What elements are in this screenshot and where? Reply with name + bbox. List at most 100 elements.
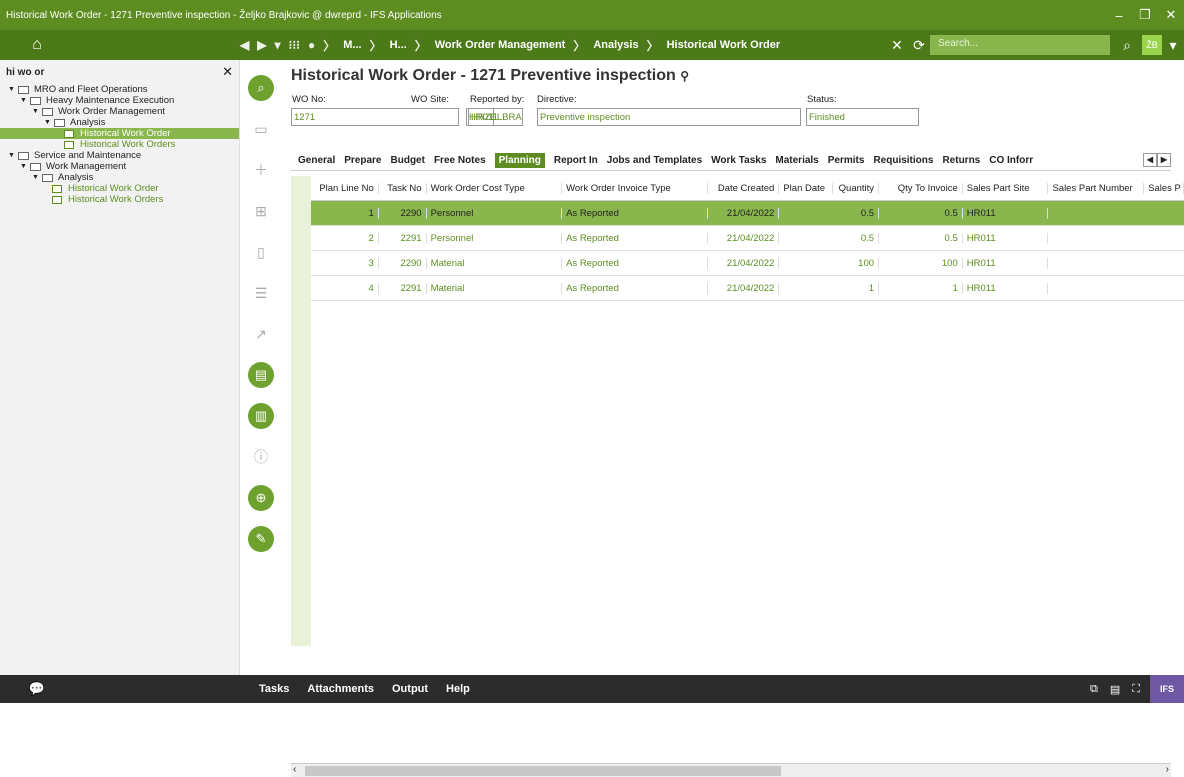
- tab-general[interactable]: General: [298, 155, 335, 166]
- duplicate-icon[interactable]: ⊞: [248, 198, 274, 224]
- table-cell[interactable]: Material: [427, 282, 563, 294]
- tab-report-in[interactable]: Report In: [554, 155, 598, 166]
- navigator-item[interactable]: ▼ Work Order Management: [0, 106, 239, 117]
- navigator-item[interactable]: ▼ Analysis: [0, 117, 239, 128]
- table-cell[interactable]: Personnel: [427, 232, 563, 244]
- column-header[interactable]: Work Order Invoice Type: [562, 182, 708, 194]
- tab-free-notes[interactable]: Free Notes: [434, 155, 486, 166]
- column-header[interactable]: Qty To Invoice: [879, 182, 963, 194]
- table-cell[interactable]: 3: [311, 257, 379, 269]
- tab-planning[interactable]: Planning: [494, 153, 545, 168]
- table-cell[interactable]: As Reported: [562, 207, 708, 219]
- tab-work-tasks[interactable]: Work Tasks: [711, 155, 766, 166]
- tab-prev-icon[interactable]: ◀: [1143, 153, 1157, 167]
- table-cell[interactable]: Material: [427, 257, 563, 269]
- table-cell[interactable]: 100: [879, 257, 963, 269]
- user-menu-icon[interactable]: ▾: [1162, 37, 1184, 54]
- apps-grid-icon[interactable]: ⁝⁝⁝: [289, 38, 300, 52]
- table-cell[interactable]: 1: [833, 282, 880, 294]
- minimize-icon[interactable]: –: [1106, 8, 1132, 23]
- navigator-item[interactable]: Historical Work Orders: [0, 139, 239, 150]
- search-input[interactable]: Search...: [930, 35, 1110, 55]
- table-cell[interactable]: As Reported: [562, 257, 708, 269]
- tasks-button[interactable]: Tasks: [259, 683, 289, 695]
- tab-prepare[interactable]: Prepare: [344, 155, 381, 166]
- column-header[interactable]: Plan Line No: [311, 182, 379, 194]
- expand-icon[interactable]: ▼: [32, 172, 42, 183]
- wo-no-field[interactable]: 1271: [291, 108, 459, 126]
- navigator-item[interactable]: Historical Work Order: [0, 128, 239, 139]
- horizontal-scrollbar[interactable]: ‹ ›: [291, 763, 1171, 777]
- navigator-search[interactable]: hi wo or ✕: [0, 60, 239, 84]
- table-cell[interactable]: 2: [311, 232, 379, 244]
- table-row[interactable]: ▸12290PersonnelAs Reported21/04/20220.50…: [291, 201, 1184, 226]
- status-field[interactable]: Finished: [806, 108, 919, 126]
- table-row[interactable]: 3 2290 Material As Reported 21/04/2022 100 100…: [291, 251, 1184, 276]
- dot-icon[interactable]: ●: [308, 38, 315, 52]
- column-header[interactable]: Date Created: [708, 182, 780, 194]
- expand-icon[interactable]: ▼: [20, 95, 30, 106]
- directive-field[interactable]: Preventive inspection: [537, 108, 801, 126]
- table-cell[interactable]: 0.5: [879, 232, 963, 244]
- navigator-item[interactable]: ▼ Heavy Maintenance Execution: [0, 95, 239, 106]
- dropdown-icon[interactable]: ▾: [274, 38, 280, 52]
- search-icon[interactable]: ⌕: [1116, 37, 1138, 54]
- tab-permits[interactable]: Permits: [828, 155, 865, 166]
- scroll-right-icon[interactable]: ›: [1166, 764, 1169, 775]
- help-button[interactable]: Help: [446, 683, 470, 695]
- table-cell[interactable]: 21/04/2022: [708, 257, 780, 269]
- pin-icon[interactable]: ⚲: [680, 69, 689, 83]
- table-row[interactable]: 4 2291 Material As Reported 21/04/2022 1 1 HR01…: [291, 276, 1184, 301]
- output-button[interactable]: Output: [392, 683, 428, 695]
- table-cell[interactable]: 2291: [379, 282, 427, 294]
- table-cell[interactable]: 2291: [379, 232, 427, 244]
- home-icon[interactable]: ⌂: [0, 36, 74, 54]
- form-icon[interactable]: ▭: [248, 116, 274, 142]
- attachments-button[interactable]: Attachments: [307, 683, 374, 695]
- close-search-icon[interactable]: ✕: [886, 37, 908, 54]
- table-cell[interactable]: 1: [879, 282, 963, 294]
- search-icon[interactable]: ⌕: [248, 75, 274, 101]
- list-icon[interactable]: ☰: [248, 280, 274, 306]
- table-cell[interactable]: HR011: [963, 232, 1049, 244]
- back-icon[interactable]: ◀: [240, 38, 249, 52]
- chat-icon[interactable]: 💬: [0, 681, 74, 697]
- close-window-icon[interactable]: ✕: [1158, 7, 1184, 23]
- add-item-icon[interactable]: ⊕: [248, 485, 274, 511]
- tab-jobs-and-templates[interactable]: Jobs and Templates: [607, 155, 702, 166]
- expand-icon[interactable]: ▼: [8, 84, 18, 95]
- table-cell[interactable]: 1: [311, 207, 379, 219]
- table-cell[interactable]: HR011: [963, 207, 1049, 219]
- column-header[interactable]: Sales Part Number: [1048, 182, 1145, 194]
- expand-icon[interactable]: ▼: [44, 117, 54, 128]
- table-cell[interactable]: HR011: [963, 282, 1049, 294]
- expand-icon[interactable]: ▼: [8, 150, 18, 161]
- expand-icon[interactable]: ▼: [32, 106, 42, 117]
- crumb-4[interactable]: Analysis: [593, 39, 638, 51]
- table-cell[interactable]: As Reported: [562, 282, 708, 294]
- navigator-item[interactable]: ▼ MRO and Fleet Operations: [0, 84, 239, 95]
- column-header[interactable]: Task No: [379, 182, 427, 194]
- table-cell[interactable]: 0.5: [833, 207, 880, 219]
- table-cell[interactable]: 4: [311, 282, 379, 294]
- tab-materials[interactable]: Materials: [775, 155, 818, 166]
- scroll-left-icon[interactable]: ‹: [293, 764, 296, 775]
- table-cell[interactable]: 100: [833, 257, 880, 269]
- reported-by-field[interactable]: HRZELBRA: [468, 108, 523, 126]
- table-cell[interactable]: 21/04/2022: [708, 282, 780, 294]
- tab-requisitions[interactable]: Requisitions: [873, 155, 933, 166]
- table-cell[interactable]: HR011: [963, 257, 1049, 269]
- tab-budget[interactable]: Budget: [391, 155, 425, 166]
- crumb-5[interactable]: Historical Work Order: [667, 39, 781, 51]
- column-header[interactable]: Sales P: [1144, 182, 1184, 194]
- tab-next-icon[interactable]: ▶: [1157, 153, 1171, 167]
- table-cell[interactable]: 0.5: [833, 232, 880, 244]
- info-icon[interactable]: ⓘ: [248, 444, 274, 470]
- table-cell[interactable]: 2290: [379, 207, 427, 219]
- navigator-query[interactable]: hi wo or: [6, 67, 44, 78]
- navigator-item[interactable]: ▼ Analysis: [0, 172, 239, 183]
- table-cell[interactable]: 21/04/2022: [708, 232, 780, 244]
- tab-co-inforr[interactable]: CO Inforr: [989, 155, 1033, 166]
- chart-icon[interactable]: ▥: [248, 403, 274, 429]
- delete-icon[interactable]: ▯: [248, 239, 274, 265]
